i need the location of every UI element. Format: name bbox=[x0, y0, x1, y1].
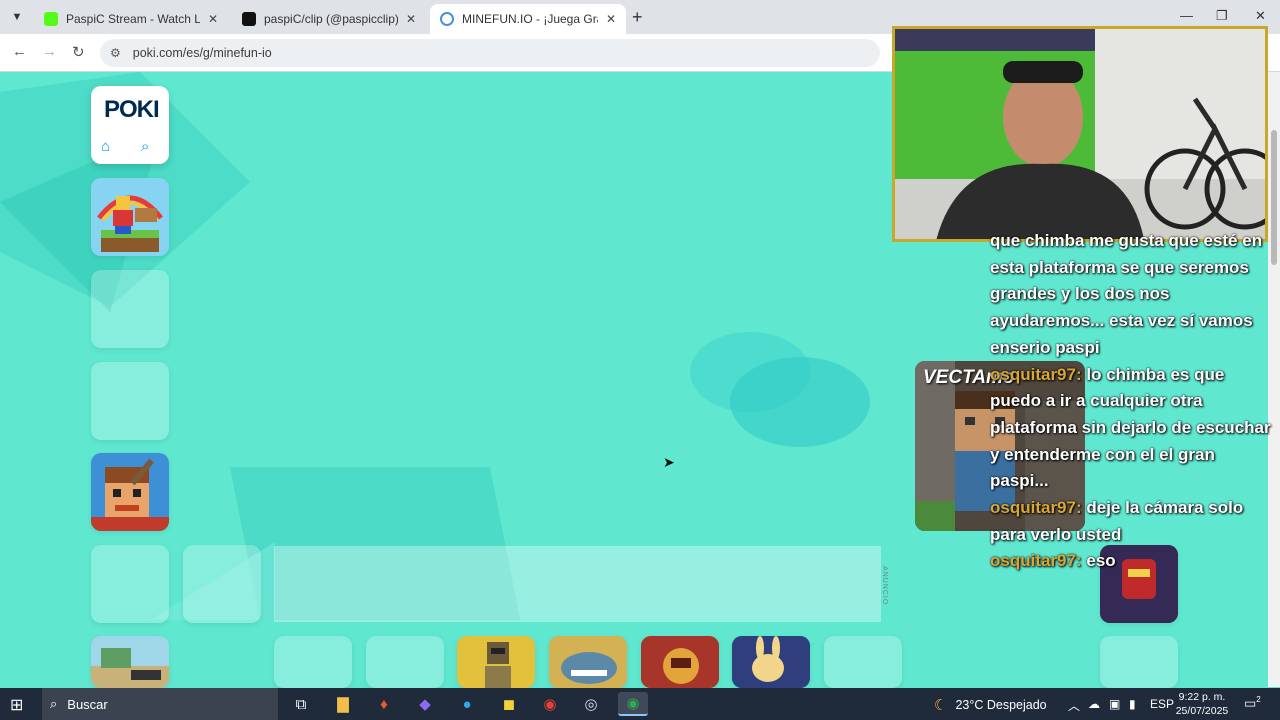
game-card[interactable] bbox=[91, 453, 169, 531]
game-thumbnail-shark bbox=[549, 636, 627, 688]
tiktok-icon bbox=[242, 12, 256, 26]
game-card[interactable] bbox=[366, 636, 444, 688]
app-icon[interactable]: ◼ bbox=[494, 692, 524, 716]
copilot-icon[interactable]: ◆ bbox=[410, 692, 440, 716]
poki-favicon-icon bbox=[440, 12, 454, 26]
game-card[interactable] bbox=[183, 545, 261, 623]
taskbar-search[interactable]: ⌕ Buscar bbox=[42, 688, 278, 720]
search-icon: ⌕ bbox=[50, 696, 58, 711]
reload-icon[interactable]: ↻ bbox=[72, 43, 85, 61]
game-card[interactable] bbox=[91, 270, 169, 348]
task-view-icon[interactable]: ⧉ bbox=[286, 692, 316, 716]
cloud-icon[interactable]: ☁ bbox=[1088, 697, 1100, 711]
mouse-cursor-icon: ➤ bbox=[663, 454, 675, 470]
chat-username: osquitar97: bbox=[990, 551, 1082, 571]
taskbar-search-text: Buscar bbox=[67, 696, 108, 712]
ad-banner[interactable] bbox=[274, 546, 881, 622]
chat-message: osquitar97: deje la cámara solo para ver… bbox=[990, 495, 1275, 548]
stream-chat: que chimba me gusta que esté en esta pla… bbox=[990, 228, 1275, 575]
tab-tiktok[interactable]: paspiC/clip (@paspicclip) | TikT ✕ bbox=[232, 4, 426, 34]
game-thumbnail-warrior bbox=[641, 636, 719, 688]
close-icon[interactable]: ✕ bbox=[406, 12, 416, 26]
taskbar: ⊞ ⌕ Buscar ⧉ ▇ ♦ ◆ ● ◼ ◉ ◎ ◉ ☾ 23°C Desp… bbox=[0, 688, 1280, 720]
chat-text: eso bbox=[1086, 551, 1116, 571]
home-icon[interactable]: ⌂ bbox=[101, 138, 110, 155]
forward-icon[interactable]: → bbox=[42, 43, 57, 60]
game-card[interactable] bbox=[457, 636, 535, 688]
address-bar[interactable]: ⚙ poki.com/es/g/minefun-io bbox=[100, 39, 880, 67]
game-card[interactable] bbox=[549, 636, 627, 688]
moon-icon: ☾ bbox=[934, 697, 948, 714]
weather-widget[interactable]: ☾ 23°C Despejado bbox=[934, 696, 1047, 714]
microphone-icon[interactable]: ▮ bbox=[1129, 697, 1136, 711]
chrome-icon[interactable]: ◉ bbox=[535, 692, 565, 716]
game-card[interactable] bbox=[274, 636, 352, 688]
network-icon[interactable]: ▣ bbox=[1109, 697, 1120, 711]
ad-label: ANUNCIO bbox=[881, 566, 888, 606]
maximize-icon[interactable]: ❐ bbox=[1216, 8, 1228, 24]
chat-text: que chimba me gusta que esté en esta pla… bbox=[990, 231, 1263, 357]
game-card[interactable] bbox=[824, 636, 902, 688]
new-tab-icon[interactable]: + bbox=[632, 7, 643, 28]
kick-icon bbox=[44, 12, 58, 26]
close-icon[interactable]: ✕ bbox=[208, 12, 218, 26]
chat-username: osquitar97: bbox=[990, 364, 1082, 384]
game-thumbnail-blocky bbox=[457, 636, 535, 688]
windows-start-icon[interactable]: ⊞ bbox=[10, 695, 23, 715]
back-icon[interactable]: ← bbox=[12, 43, 27, 60]
webcam-overlay bbox=[892, 26, 1268, 242]
search-icon[interactable]: ⌕ bbox=[141, 138, 149, 155]
url-text: poki.com/es/g/minefun-io bbox=[132, 46, 272, 60]
game-card[interactable] bbox=[1100, 636, 1178, 688]
brave-icon[interactable]: ♦ bbox=[369, 692, 399, 716]
file-explorer-icon[interactable]: ▇ bbox=[328, 692, 358, 716]
webcam-feed bbox=[895, 29, 1265, 239]
game-card[interactable] bbox=[91, 545, 169, 623]
chat-username: osquitar97: bbox=[990, 498, 1082, 518]
minimize-icon[interactable]: — bbox=[1180, 8, 1193, 23]
weather-text: 23°C Despejado bbox=[955, 698, 1047, 712]
game-thumbnail-obby bbox=[91, 178, 169, 256]
game-card[interactable] bbox=[91, 362, 169, 440]
clock-date: 25/07/2025 bbox=[1175, 705, 1229, 717]
poki-logo-card[interactable]: POKI ⌂ ⌕ bbox=[91, 86, 169, 164]
edge-icon[interactable]: ● bbox=[452, 692, 482, 716]
game-card[interactable] bbox=[91, 178, 169, 256]
clock[interactable]: 9:22 p. m. 25/07/2025 bbox=[1172, 690, 1232, 718]
game-thumbnail-shooter bbox=[91, 636, 169, 688]
close-icon[interactable]: ✕ bbox=[606, 12, 616, 26]
obs-icon[interactable]: ◎ bbox=[576, 692, 606, 716]
notifications-icon[interactable]: ▭2 bbox=[1244, 695, 1261, 711]
chevron-up-icon[interactable]: ︿ bbox=[1068, 697, 1080, 714]
game-card[interactable] bbox=[641, 636, 719, 688]
chat-message: que chimba me gusta que esté en esta pla… bbox=[990, 228, 1275, 362]
tab-search-icon[interactable]: ▼ bbox=[6, 6, 28, 28]
game-thumbnail-miner bbox=[91, 453, 169, 531]
poki-logo[interactable]: POKI bbox=[104, 96, 160, 124]
tab-paspic-stream[interactable]: PaspiC Stream - Watch Live on ✕ bbox=[34, 4, 228, 34]
clock-time: 9:22 p. m. bbox=[1178, 691, 1226, 703]
game-card[interactable] bbox=[732, 636, 810, 688]
chat-message: osquitar97: eso bbox=[990, 548, 1275, 575]
chat-message: osquitar97: lo chimba es que puedo a ir … bbox=[990, 362, 1275, 496]
site-info-icon[interactable]: ⚙ bbox=[110, 46, 121, 60]
game-card[interactable] bbox=[91, 636, 169, 688]
tab-minefun[interactable]: MINEFUN.IO - ¡Juega Gratis Onl ✕ bbox=[430, 4, 626, 34]
window-close-icon[interactable]: ✕ bbox=[1255, 8, 1266, 24]
language-indicator[interactable]: ESP bbox=[1150, 697, 1174, 711]
notification-count: 2 bbox=[1256, 695, 1261, 704]
game-thumbnail-bunny bbox=[732, 636, 810, 688]
chrome-active-icon[interactable]: ◉ bbox=[618, 692, 648, 716]
